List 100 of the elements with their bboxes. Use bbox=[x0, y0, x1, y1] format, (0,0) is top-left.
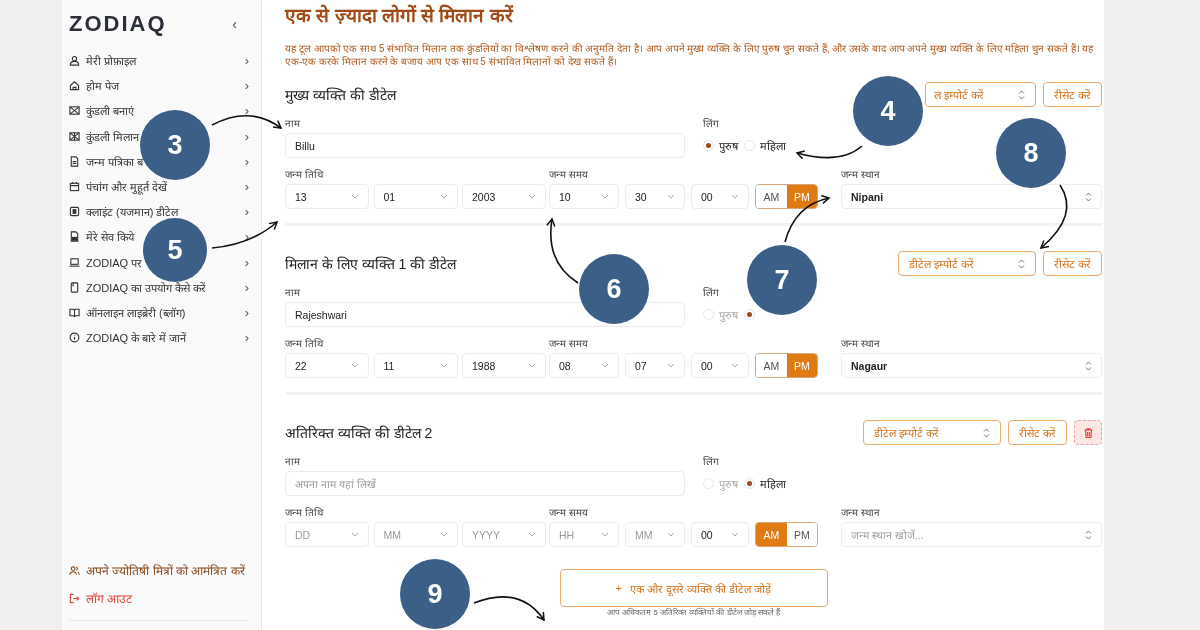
reset-button[interactable]: रीसेट करें bbox=[1042, 251, 1102, 276]
calendar-icon bbox=[69, 181, 80, 193]
sidebar-item[interactable]: मेरे सेव किये bbox=[86, 229, 135, 245]
card-icon bbox=[69, 206, 80, 218]
up-down-icon bbox=[1017, 89, 1025, 100]
collapse-button[interactable]: ‹ bbox=[232, 16, 237, 32]
sidebar-item[interactable]: होम पेज bbox=[86, 78, 120, 94]
chevron-icon bbox=[351, 363, 359, 368]
chevron-icon bbox=[731, 363, 739, 368]
chevron-icon bbox=[601, 194, 609, 199]
chevron-icon bbox=[601, 363, 609, 368]
import-dropdown[interactable]: डीटेल इम्पोर्ट करें bbox=[862, 420, 1001, 445]
radio-button[interactable] bbox=[744, 309, 755, 320]
sidebar-item[interactable]: जन्म पत्रिका ब bbox=[86, 153, 144, 169]
import-dropdown[interactable]: डीटेल इम्पोर्ट करें bbox=[897, 251, 1036, 276]
reset-button[interactable]: रीसेट करें bbox=[1042, 82, 1102, 107]
sidebar-item[interactable]: ZODIAQ पर bbox=[86, 254, 143, 270]
delete-button[interactable] bbox=[1074, 420, 1102, 445]
description: यह टूल आपको एक साथ 5 संभावित मिलान तक कुंडलियों का विश्लेषण करने की अनुमति देता है। आप अपने मुख्य व्यक्ति के लिए पुरुष चुन सकते हैं, और उसके बाद आप अपने मुख्य व्यक्ति के लिए महिला चुन सकते हैं। यह एक-एक करके मिलान करने के बजाय आप एक साथ 5 संभावित मिलानों को देख सकते हैं। bbox=[285, 42, 1095, 68]
chevron-icon: › bbox=[244, 254, 249, 270]
arrow bbox=[784, 195, 830, 243]
field-label: जन्म स्थान bbox=[841, 168, 880, 181]
chevron-icon: › bbox=[244, 78, 249, 94]
am-pm-toggle[interactable]: AM PM bbox=[755, 522, 818, 547]
field-label: जन्म तिथि bbox=[285, 506, 323, 519]
dropdown[interactable]: 1988 bbox=[462, 353, 546, 378]
laptop-icon bbox=[69, 256, 80, 268]
dropdown[interactable]: 11 bbox=[373, 353, 458, 378]
am-pm-toggle[interactable]: AM PM bbox=[755, 184, 818, 209]
arrow bbox=[1040, 184, 1068, 249]
document-icon bbox=[69, 155, 80, 167]
sidebar-item[interactable]: कुंडली बनाएं bbox=[86, 103, 135, 119]
dropdown[interactable]: 00 bbox=[691, 522, 749, 547]
reset-button[interactable]: रीसेट करें bbox=[1007, 420, 1067, 445]
add-person-button[interactable]: + एक और दूसरे व्यक्ति की डीटेल जोड़ें bbox=[559, 569, 828, 607]
up-down-icon bbox=[1085, 191, 1092, 202]
place-field[interactable]: Nagaur bbox=[841, 353, 1102, 378]
field-label: जन्म तिथि bbox=[285, 337, 323, 350]
up-down-icon bbox=[1085, 360, 1092, 371]
invite-link[interactable]: अपने ज्योतिषी मित्रों को आमंत्रित करें bbox=[86, 561, 245, 579]
chart-icon bbox=[69, 130, 80, 142]
radio-option[interactable]: पुरुष bbox=[703, 138, 738, 153]
name-field[interactable]: Billu bbox=[285, 133, 685, 158]
chart-icon bbox=[69, 105, 80, 117]
sidebar-item[interactable]: ऑनलाइन लाइब्रेरी (ब्लॉग) bbox=[86, 304, 186, 320]
sidebar-item[interactable]: पंचांग और मुहूर्त देखें bbox=[86, 179, 168, 195]
field-label: जन्म समय bbox=[549, 506, 588, 519]
field-label: जन्म स्थान bbox=[841, 506, 880, 519]
arrow bbox=[211, 114, 282, 129]
sidebar-item[interactable]: कुंडली मिलान bbox=[86, 128, 140, 144]
chevron-icon: › bbox=[244, 204, 249, 220]
dropdown[interactable]: 10 bbox=[549, 184, 619, 209]
chevron-icon bbox=[667, 532, 675, 537]
am-pm-toggle[interactable]: AM PM bbox=[755, 353, 818, 378]
sidebar-item[interactable]: ZODIAQ का उपयोग कैसे करें bbox=[86, 279, 207, 295]
home-icon bbox=[69, 80, 80, 92]
field-label: लिंग bbox=[703, 117, 719, 130]
chevron-icon bbox=[528, 363, 536, 368]
chevron-icon bbox=[439, 194, 448, 199]
dropdown[interactable]: 2003 bbox=[462, 184, 546, 209]
chevron-icon bbox=[439, 363, 448, 368]
radio-option[interactable]: महिला bbox=[744, 138, 786, 153]
sidebar-item[interactable]: ZODIAQ के बारे में जानें bbox=[86, 330, 187, 346]
chevron-icon bbox=[667, 194, 675, 199]
dropdown[interactable]: 01 bbox=[373, 184, 458, 209]
book-icon bbox=[69, 306, 80, 318]
person-icon bbox=[69, 55, 80, 67]
dropdown[interactable]: 22 bbox=[285, 353, 369, 378]
logo: ZODIAQ bbox=[69, 11, 167, 37]
arrow bbox=[473, 596, 545, 621]
chevron-icon: › bbox=[244, 330, 249, 346]
sidebar-item[interactable]: मेरी प्रोफ़ाइल bbox=[86, 53, 137, 69]
chevron-icon: › bbox=[244, 279, 249, 295]
booklet-icon bbox=[69, 281, 80, 293]
users-icon bbox=[69, 564, 80, 576]
hint-text: आप अधिकतम 5 अतिरिक्त व्यक्तियों की डीटेल जोड़ सकते हैं bbox=[605, 608, 782, 617]
dropdown[interactable]: 08 bbox=[549, 353, 619, 378]
up-down-icon bbox=[982, 427, 990, 438]
sidebar-item[interactable]: क्लाइंट (यजमान) डीटेल bbox=[86, 204, 179, 220]
chevron-icon: › bbox=[244, 128, 249, 144]
section-title: मिलान के लिए व्यक्ति 1 की डीटेल bbox=[285, 255, 458, 273]
field-label: नाम bbox=[285, 455, 300, 468]
place-field[interactable]: Nipani bbox=[841, 184, 1102, 209]
chevron-icon: › bbox=[244, 53, 249, 69]
dropdown[interactable]: 07 bbox=[625, 353, 685, 378]
radio-option[interactable]: महिला bbox=[744, 476, 786, 491]
import-dropdown[interactable]: ल इम्पोर्ट करें bbox=[924, 82, 1036, 107]
info-icon bbox=[69, 332, 80, 344]
arrow bbox=[796, 145, 863, 160]
chevron-icon: › bbox=[244, 153, 249, 169]
dropdown[interactable]: 30 bbox=[625, 184, 685, 209]
chevron-icon bbox=[439, 532, 448, 537]
section-title: मुख्य व्यक्ति की डीटेल bbox=[285, 86, 398, 104]
dropdown[interactable]: 13 bbox=[285, 184, 369, 209]
chevron-icon bbox=[731, 194, 739, 199]
dropdown[interactable]: 00 bbox=[691, 353, 749, 378]
logout-link[interactable]: लॉग आउट bbox=[86, 589, 133, 607]
chevron-icon bbox=[351, 532, 359, 537]
dropdown[interactable]: 00 bbox=[691, 184, 749, 209]
chevron-icon bbox=[731, 532, 739, 537]
